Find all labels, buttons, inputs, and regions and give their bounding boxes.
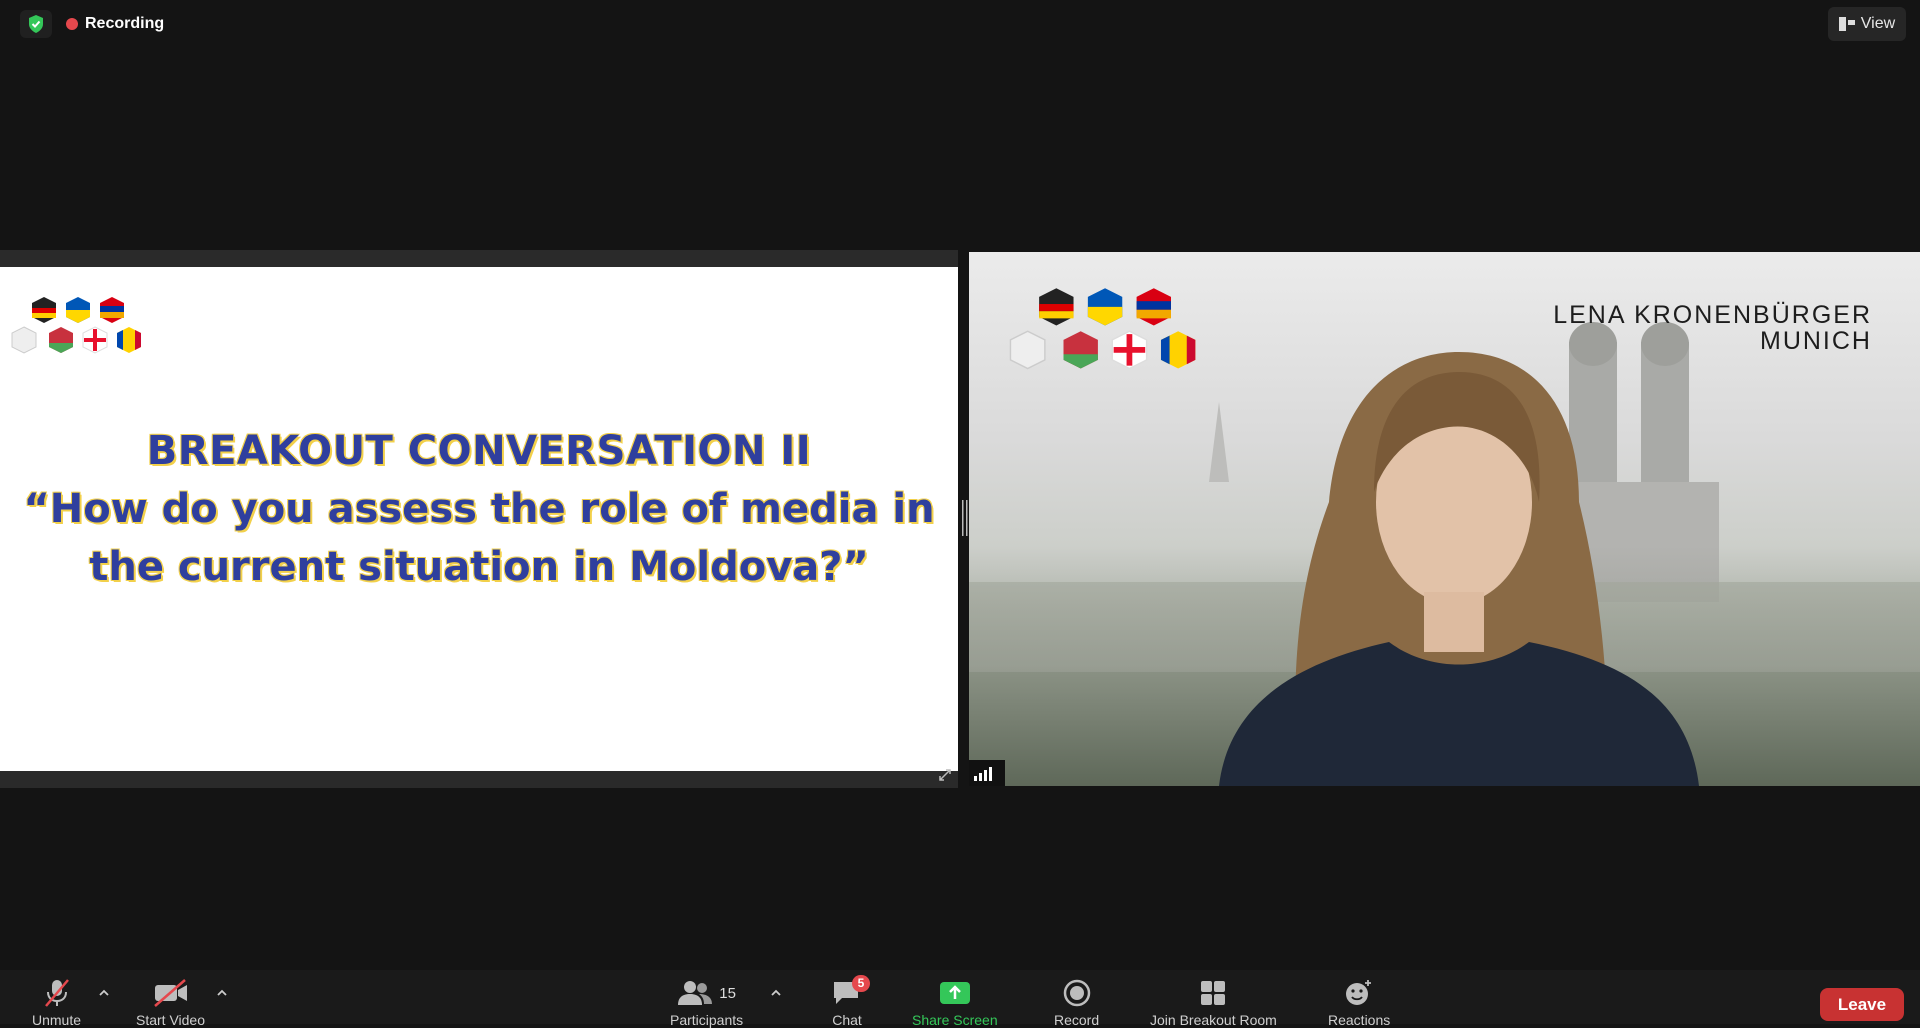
participant-video-tile[interactable]: LENA KRONENBÜRGER MUNICH	[969, 252, 1920, 786]
participant-name-overlay: LENA KRONENBÜRGER MUNICH	[1553, 302, 1872, 354]
chat-unread-badge: 5	[852, 975, 870, 992]
record-label: Record	[1054, 1012, 1100, 1028]
reactions-label: Reactions	[1328, 1012, 1391, 1028]
shared-slide: BREAKOUT CONVERSATION II “How do you ass…	[0, 267, 958, 771]
start-video-button[interactable]: Start Video	[136, 978, 205, 1028]
slide-flags-logo	[4, 293, 154, 374]
reactions-button[interactable]: Reactions	[1328, 978, 1390, 1028]
slide-title-line2: “How do you assess the role of media in	[23, 486, 935, 532]
connection-signal-icon	[969, 760, 1005, 786]
video-camera-off-icon	[153, 979, 187, 1007]
participant-name: LENA KRONENBÜRGER	[1553, 301, 1872, 329]
recording-indicator: Recording	[66, 12, 164, 36]
unmute-label: Unmute	[32, 1012, 82, 1028]
join-breakout-room-button[interactable]: Join Breakout Room	[1150, 978, 1277, 1028]
record-button[interactable]: Record	[1054, 978, 1099, 1028]
leave-button[interactable]: Leave	[1820, 988, 1904, 1021]
participants-count: 15	[719, 984, 736, 1002]
breakout-rooms-icon	[1201, 981, 1226, 1005]
participant-city: MUNICH	[1760, 327, 1872, 355]
view-layout-icon	[1838, 17, 1855, 31]
expand-icon[interactable]	[938, 768, 952, 782]
video-flags-logo	[999, 282, 1214, 397]
video-options-chevron-icon[interactable]	[216, 988, 228, 998]
slide-title: BREAKOUT CONVERSATION II “How do you ass…	[0, 422, 958, 596]
join-breakout-room-label: Join Breakout Room	[1150, 1012, 1277, 1028]
share-screen-label: Share Screen	[912, 1012, 998, 1028]
record-icon	[1063, 979, 1090, 1007]
share-screen-icon	[939, 982, 970, 1004]
security-shield-icon[interactable]	[20, 10, 52, 38]
share-screen-button[interactable]: Share Screen	[912, 978, 998, 1028]
slide-title-line1: BREAKOUT CONVERSATION II	[146, 428, 812, 474]
slide-title-line3: the current situation in Moldova?”	[89, 544, 869, 590]
record-dot-icon	[66, 18, 78, 30]
unmute-button[interactable]: Unmute	[32, 978, 81, 1028]
participants-icon	[678, 981, 713, 1005]
view-label: View	[1860, 15, 1896, 32]
reactions-smiley-icon	[1346, 980, 1372, 1005]
audio-options-chevron-icon[interactable]	[98, 988, 110, 998]
microphone-muted-icon	[44, 979, 69, 1007]
view-button[interactable]: View	[1828, 7, 1906, 41]
start-video-label: Start Video	[136, 1012, 206, 1028]
participants-label: Participants	[670, 1012, 744, 1028]
participants-button[interactable]: 15 Participants	[670, 978, 743, 1028]
participants-chevron-icon[interactable]	[770, 988, 782, 998]
chat-label: Chat	[832, 1012, 862, 1028]
recording-label: Recording	[85, 15, 165, 32]
splitter-handle-icon[interactable]	[962, 500, 968, 536]
